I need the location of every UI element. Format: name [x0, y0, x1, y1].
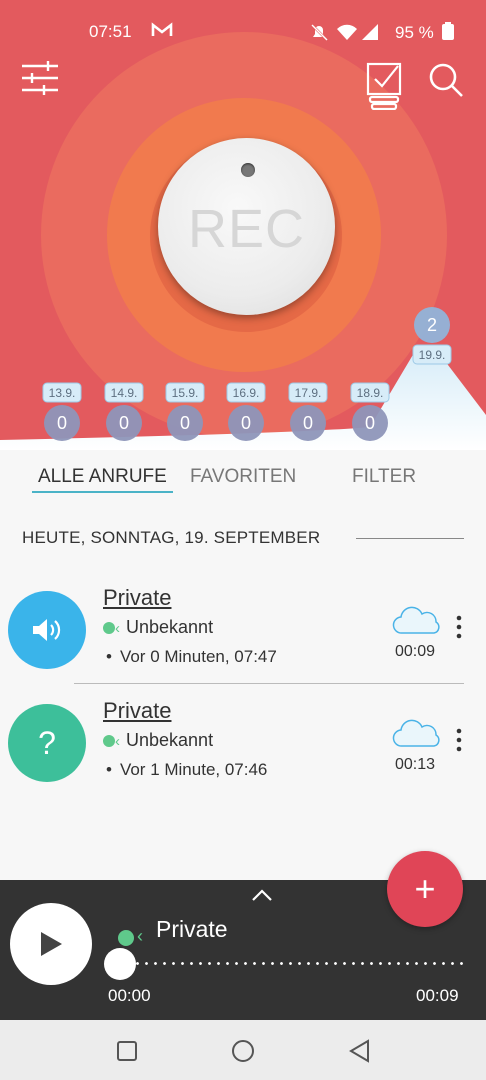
chart-point-16.9.: 0 16.9.	[226, 382, 266, 441]
status-time: 07:51	[89, 22, 132, 41]
record-label: REC	[187, 199, 305, 259]
record-button[interactable]: REC	[158, 138, 335, 315]
call-time: • Vor 0 Minuten, 07:47	[106, 647, 277, 666]
play-icon	[41, 932, 62, 956]
more-options-icon[interactable]	[452, 615, 466, 644]
chart-date-label: 16.9.	[233, 386, 260, 400]
signal-icon	[362, 24, 378, 40]
back-icon[interactable]	[348, 1039, 370, 1068]
caller-status: ‹ Unbekannt	[103, 730, 213, 751]
search-icon[interactable]	[428, 62, 464, 103]
chart-point-value: 0	[303, 413, 313, 433]
playback-duration: 00:09	[416, 986, 459, 1005]
call-time-label: Vor 0 Minuten, 07:47	[119, 647, 277, 666]
play-button[interactable]	[10, 903, 92, 985]
record-header: 0 13.9. 0 14.9. 0 15.9. 0 16.9. 0 17.9. 0 18.9. 2 19.…	[0, 0, 486, 450]
chart-point-14.9.: 0 14.9.	[104, 382, 144, 441]
chart-point-value: 0	[180, 413, 190, 433]
incoming-call-icon: ‹	[118, 926, 143, 947]
call-list-item[interactable]: Private ‹ Unbekannt • Vor 0 Minuten, 07:47…	[0, 582, 486, 682]
chart-point-value: 0	[119, 413, 129, 433]
playback-position: 00:00	[108, 986, 151, 1005]
chart-point-value: 2	[427, 315, 437, 335]
add-button[interactable]: +	[387, 851, 463, 927]
player-caller-name: Private	[156, 916, 228, 942]
battery-percent: 95 %	[395, 23, 434, 42]
gmail-icon	[151, 22, 173, 43]
chart-point-15.9.: 0 15.9.	[165, 382, 205, 441]
chevron-up-icon[interactable]	[250, 888, 274, 907]
status-icons	[310, 23, 390, 46]
chart-date-label: 14.9.	[111, 386, 138, 400]
seekbar-track	[124, 962, 468, 965]
status-bar: 07:51 95 %	[0, 0, 486, 64]
section-divider	[356, 538, 464, 539]
active-tab-indicator	[32, 491, 173, 493]
tab-all-calls[interactable]: ALLE ANRUFE	[38, 466, 167, 488]
chart-date-label: 13.9.	[49, 386, 76, 400]
chart-date-label: 15.9.	[172, 386, 199, 400]
question-icon[interactable]: ?	[8, 704, 86, 782]
caller-status-label: Unbekannt	[126, 617, 214, 637]
checklist-icon[interactable]	[366, 62, 404, 115]
call-time-label: Vor 1 Minute, 07:46	[119, 760, 268, 779]
call-duration: 00:09	[394, 643, 436, 660]
battery-icon	[442, 22, 455, 40]
chart-point-19.9.: 2 19.9.	[412, 307, 452, 365]
record-led-icon	[241, 163, 255, 177]
more-options-icon[interactable]	[452, 728, 466, 757]
incoming-call-icon	[103, 622, 115, 635]
wifi-icon	[337, 24, 357, 40]
chart-date-label: 19.9.	[419, 348, 446, 362]
row-divider	[74, 683, 464, 684]
chart-point-value: 0	[241, 413, 251, 433]
incoming-call-icon	[103, 735, 115, 748]
sliders-icon[interactable]	[20, 60, 60, 101]
system-nav-bar	[0, 1020, 486, 1080]
chart-date-label: 18.9.	[357, 386, 384, 400]
home-icon[interactable]	[231, 1039, 255, 1068]
tab-favorites[interactable]: FAVORITEN	[190, 466, 296, 488]
chart-point-18.9.: 0 18.9.	[350, 382, 390, 441]
playback-seekbar[interactable]	[104, 948, 468, 980]
caller-name[interactable]: Private	[103, 585, 171, 611]
tab-filter[interactable]: FILTER	[352, 466, 416, 488]
mute-bell-icon	[311, 24, 328, 41]
caller-status-label: Unbekannt	[126, 730, 214, 750]
call-list-item[interactable]: ? Private ‹ Unbekannt • Vor 1 Minute, 07:4…	[0, 695, 486, 795]
chart-date-label: 17.9.	[295, 386, 322, 400]
recent-apps-icon[interactable]	[116, 1040, 138, 1067]
caller-name[interactable]: Private	[103, 698, 171, 724]
chart-point-13.9.: 0 13.9.	[42, 382, 82, 441]
battery-indicator: 95 %	[395, 22, 455, 43]
seekbar-thumb[interactable]	[104, 948, 136, 980]
chart-point-value: 0	[57, 413, 67, 433]
tab-bar: ALLE ANRUFE FAVORITEN FILTER	[0, 450, 486, 510]
call-duration: 00:13	[394, 756, 436, 773]
chart-point-17.9.: 0 17.9.	[288, 382, 328, 441]
call-time: • Vor 1 Minute, 07:46	[106, 760, 268, 779]
cloud-icon[interactable]	[392, 604, 440, 641]
cloud-icon[interactable]	[392, 717, 440, 754]
caller-status: ‹ Unbekannt	[103, 617, 213, 638]
speaker-icon[interactable]	[8, 591, 86, 669]
chart-point-value: 0	[365, 413, 375, 433]
date-section-header: HEUTE, SONNTAG, 19. SEPTEMBER	[22, 528, 321, 547]
